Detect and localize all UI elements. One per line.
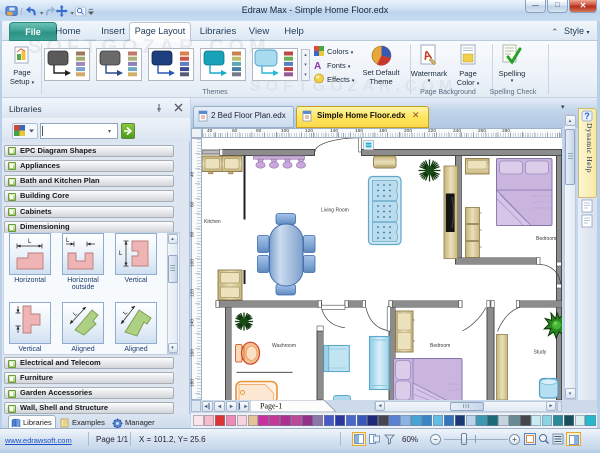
svg-text:A: A <box>314 61 321 72</box>
svg-text:Kitchen: Kitchen <box>204 219 221 225</box>
svg-text:Study: Study <box>534 350 547 356</box>
svg-text:Page-1: Page-1 <box>260 402 282 411</box>
svg-text:Bedroom: Bedroom <box>430 343 450 349</box>
svg-text:L: L <box>72 310 79 317</box>
svg-text:L: L <box>66 238 70 244</box>
svg-text:L: L <box>28 239 32 245</box>
svg-text:Bedroom: Bedroom <box>536 236 556 242</box>
svg-text:Living Room: Living Room <box>321 208 349 214</box>
svg-text:L: L <box>122 310 129 317</box>
svg-text:?: ? <box>584 111 590 121</box>
svg-text:L: L <box>119 251 123 257</box>
svg-text:Washroom: Washroom <box>272 343 296 349</box>
